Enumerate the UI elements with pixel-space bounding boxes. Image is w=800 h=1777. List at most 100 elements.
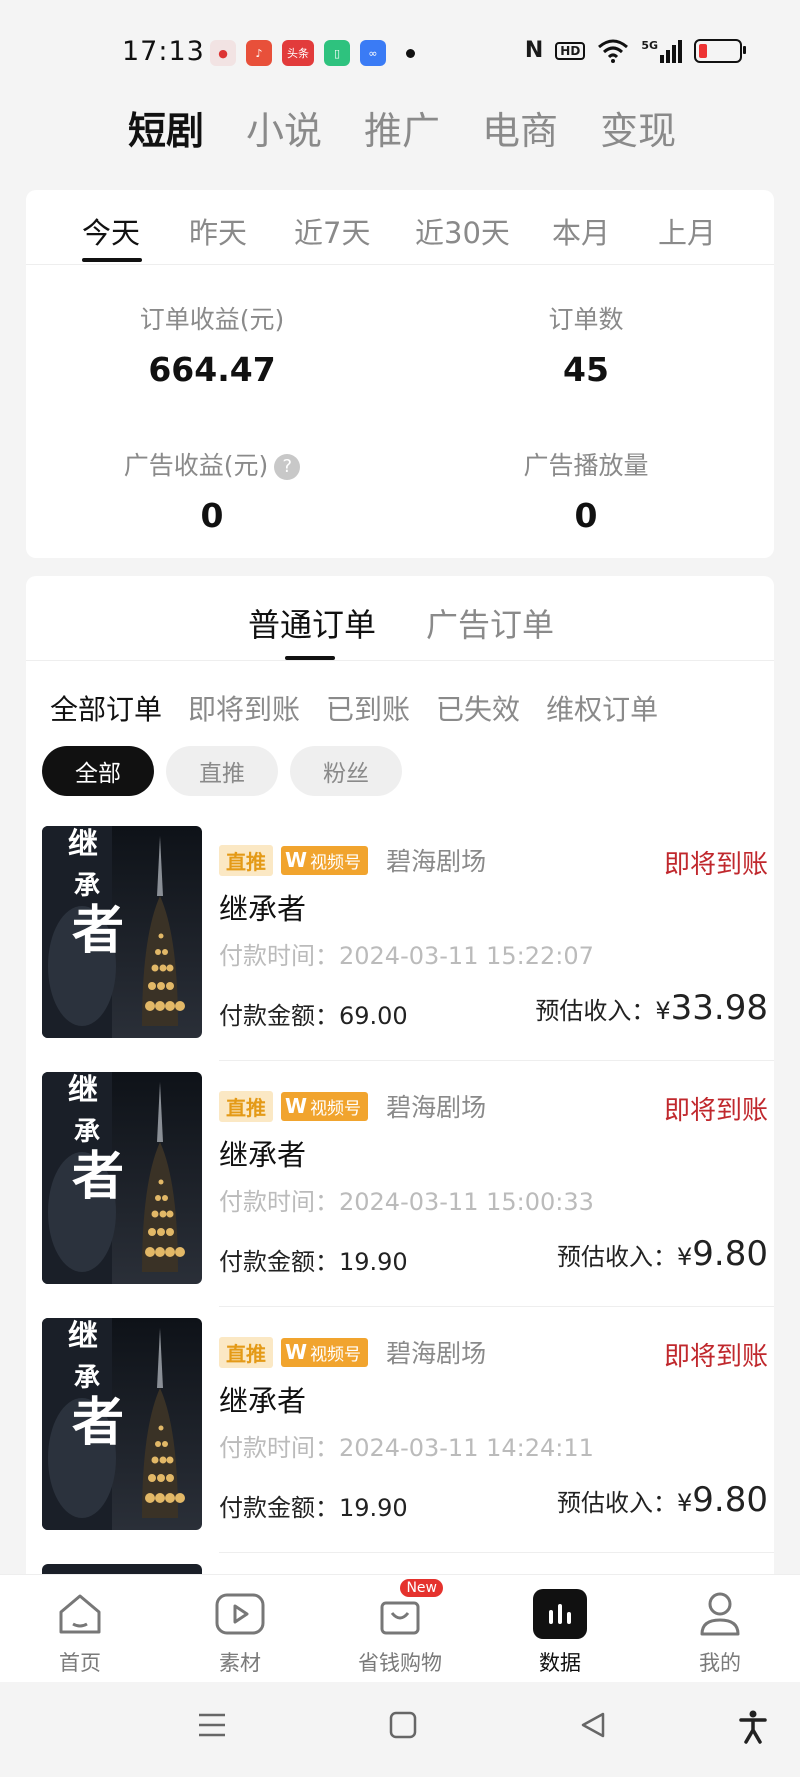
- stat-ad-revenue: 广告收益(元)? 0: [62, 446, 362, 535]
- channels-logo-icon: W: [285, 1340, 308, 1364]
- drama-poster: 继 承 者: [42, 1318, 202, 1530]
- theater-name: 碧海剧场: [386, 1093, 487, 1122]
- channels-logo-icon: W: [285, 848, 308, 872]
- top-category-tabs: 短剧 小说 推广 电商 变现: [128, 100, 676, 155]
- tab-ad-orders[interactable]: 广告订单: [426, 600, 554, 646]
- channels-logo-icon: W: [285, 1094, 308, 1118]
- order-item[interactable]: 继 承 者 直推 W 视频号 碧海剧场 即将到账 继承者 付款时间：2024-03…: [26, 1072, 774, 1318]
- tab-normal-orders[interactable]: 普通订单: [248, 600, 376, 646]
- help-icon[interactable]: ?: [274, 454, 301, 480]
- nav-profile[interactable]: 我的: [660, 1589, 780, 1677]
- stat-value: 45: [563, 350, 609, 389]
- nav-label: 我的: [699, 1651, 741, 1675]
- order-tab-indicator: [285, 656, 335, 660]
- date-tab-this-month[interactable]: 本月: [552, 210, 610, 252]
- date-tab-indicator: [82, 258, 142, 262]
- stat-label: 广告收益(元): [123, 451, 269, 480]
- status-tab-received[interactable]: 已到账: [326, 688, 410, 728]
- date-range-tabs: 今天 昨天 近7天 近30天 本月 上月: [26, 190, 774, 265]
- order-tags: 直推 W 视频号 碧海剧场: [219, 842, 486, 878]
- income-label: 预估收入：¥: [557, 1489, 693, 1517]
- wifi-icon: [598, 39, 629, 63]
- poster-char-3: 者: [72, 1392, 124, 1453]
- stat-order-revenue: 订单收益(元) 664.47: [62, 300, 362, 389]
- poster-char-1: 继: [68, 1073, 98, 1108]
- order-status-tabs: 全部订单 即将到账 已到账 已失效 维权订单: [50, 688, 658, 728]
- theater-name: 碧海剧场: [386, 1339, 487, 1368]
- divider: [219, 1060, 774, 1061]
- nav-material[interactable]: 素材: [180, 1589, 300, 1677]
- status-tab-pending[interactable]: 即将到账: [188, 688, 300, 728]
- income-label: 预估收入：¥: [557, 1243, 693, 1271]
- nav-label: 数据: [539, 1651, 581, 1675]
- chip-fans[interactable]: 粉丝: [290, 746, 402, 796]
- nav-label: 首页: [59, 1651, 101, 1675]
- tab-ecommerce[interactable]: 电商: [482, 100, 558, 155]
- accessibility-icon[interactable]: [738, 1710, 768, 1744]
- date-tab-30days[interactable]: 近30天: [415, 210, 510, 252]
- weibo-icon: ●: [210, 40, 236, 66]
- drama-title: 继承者: [219, 1138, 307, 1172]
- drama-poster: 继 承 者: [42, 826, 202, 1038]
- direct-tag: 直推: [219, 1336, 273, 1368]
- theater-name: 碧海剧场: [386, 847, 487, 876]
- poster-char-2: 承: [74, 871, 100, 901]
- stat-order-count: 订单数 45: [436, 300, 736, 389]
- status-tab-dispute[interactable]: 维权订单: [546, 688, 658, 728]
- income-value: 9.80: [692, 1234, 768, 1274]
- order-item[interactable]: 继 承 者 直推 W 视频号 碧海剧场 即将到账 继承者 付款时间：2024-03…: [26, 826, 774, 1072]
- income-value: 33.98: [670, 988, 768, 1028]
- income-label: 预估收入：¥: [535, 997, 671, 1025]
- date-tab-7days[interactable]: 近7天: [294, 210, 370, 252]
- chip-direct[interactable]: 直推: [166, 746, 278, 796]
- drama-title: 继承者: [219, 1384, 307, 1418]
- drama-title: 继承者: [219, 892, 307, 926]
- pay-time: 付款时间：2024-03-11 14:24:11: [219, 1434, 594, 1462]
- tab-monetize[interactable]: 变现: [600, 100, 676, 155]
- channel-tag: W 视频号: [281, 1091, 369, 1121]
- toutiao-icon: 头条: [282, 40, 314, 66]
- app-icon-green: ▯: [324, 40, 350, 66]
- estimated-income: 预估收入：¥9.80: [557, 1480, 768, 1520]
- pay-amount: 付款金额：19.90: [219, 1248, 408, 1276]
- nav-data[interactable]: 数据: [500, 1589, 620, 1677]
- poster-char-1: 继: [68, 1319, 98, 1354]
- shopping-bag-icon: New: [373, 1579, 443, 1639]
- profile-icon: [693, 1589, 747, 1639]
- chip-all[interactable]: 全部: [42, 746, 154, 796]
- poster-char-1: 继: [68, 827, 98, 862]
- date-tab-today[interactable]: 今天: [82, 210, 140, 252]
- menu-icon[interactable]: [196, 1710, 228, 1740]
- orders-card: 普通订单 广告订单 全部订单 即将到账 已到账 已失效 维权订单 全部 直推 粉…: [26, 576, 774, 1626]
- home-square-icon[interactable]: [388, 1710, 418, 1740]
- tab-promotion[interactable]: 推广: [364, 100, 440, 155]
- pay-time: 付款时间：2024-03-11 15:00:33: [219, 1188, 594, 1216]
- channel-tag: W 视频号: [281, 845, 369, 875]
- poster-char-2: 承: [74, 1363, 100, 1393]
- tab-short-drama[interactable]: 短剧: [128, 100, 204, 155]
- battery-icon: [694, 38, 746, 63]
- direct-tag: 直推: [219, 1090, 273, 1122]
- date-tab-last-month[interactable]: 上月: [658, 210, 716, 252]
- order-item-partial: [42, 1564, 202, 1574]
- order-item[interactable]: 继 承 者 直推 W 视频号 碧海剧场 即将到账 继承者 付款时间：2024-03…: [26, 1318, 774, 1564]
- pay-time: 付款时间：2024-03-11 15:22:07: [219, 942, 594, 970]
- status-tab-expired[interactable]: 已失效: [436, 688, 520, 728]
- nav-label: 省钱购物: [358, 1651, 442, 1675]
- nav-home[interactable]: 首页: [20, 1589, 140, 1677]
- date-tab-yesterday[interactable]: 昨天: [189, 210, 247, 252]
- summary-card: 今天 昨天 近7天 近30天 本月 上月 订单收益(元) 664.47 订单数 …: [26, 190, 774, 558]
- divider: [219, 1306, 774, 1307]
- music-icon: ♪: [246, 40, 272, 66]
- tab-novel[interactable]: 小说: [246, 100, 322, 155]
- poster-char-3: 者: [72, 1146, 124, 1207]
- drama-poster: 继 承 者: [42, 1072, 202, 1284]
- estimated-income: 预估收入：¥9.80: [557, 1234, 768, 1274]
- nav-shopping[interactable]: New 省钱购物: [340, 1579, 460, 1677]
- status-tab-all[interactable]: 全部订单: [50, 688, 162, 728]
- back-icon[interactable]: [578, 1710, 608, 1740]
- new-badge: New: [400, 1579, 443, 1597]
- stat-label: 订单数: [548, 305, 624, 334]
- income-value: 9.80: [692, 1480, 768, 1520]
- channel-tag: W 视频号: [281, 1337, 369, 1367]
